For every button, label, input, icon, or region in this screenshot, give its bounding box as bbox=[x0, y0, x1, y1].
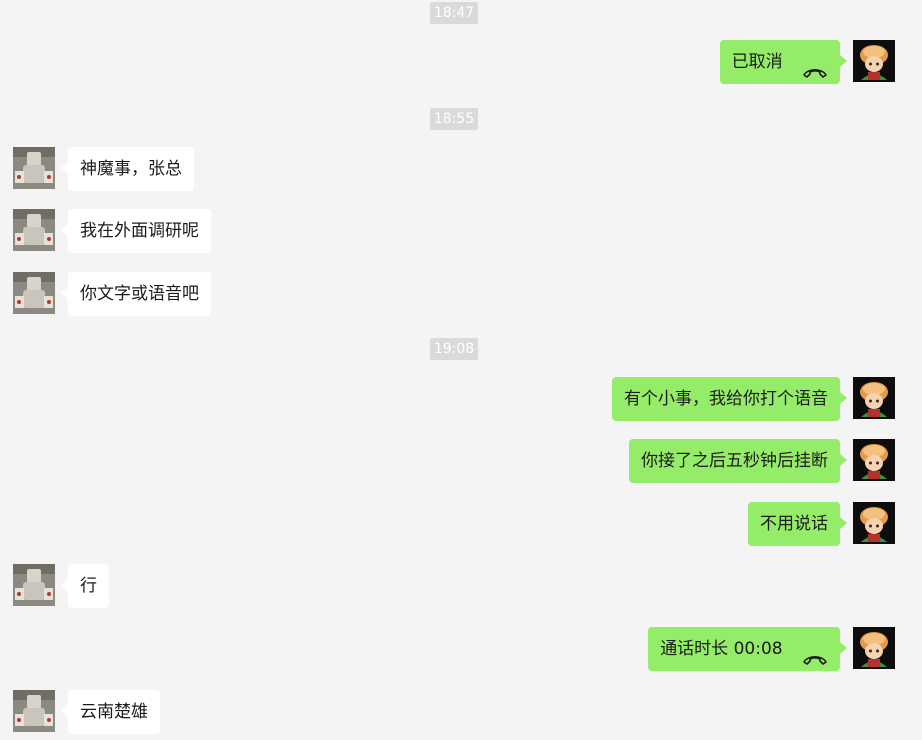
message-text: 通话时长 00:08 bbox=[660, 639, 783, 659]
contact-avatar[interactable] bbox=[13, 209, 55, 251]
my-avatar[interactable] bbox=[853, 40, 895, 82]
contact-avatar[interactable] bbox=[13, 272, 55, 314]
message-text: 不用说话 bbox=[760, 514, 828, 534]
message-bubble[interactable]: 云南楚雄 bbox=[61, 690, 160, 734]
my-avatar[interactable] bbox=[853, 377, 895, 419]
message-bubble[interactable]: 神魔事，张总 bbox=[61, 147, 194, 191]
message-bubble[interactable]: 我在外面调研呢 bbox=[61, 209, 211, 253]
phone-hangup-icon bbox=[802, 53, 828, 78]
contact-avatar[interactable] bbox=[13, 147, 55, 189]
message-text: 云南楚雄 bbox=[80, 702, 148, 722]
message-bubble[interactable]: 你文字或语音吧 bbox=[61, 272, 211, 316]
message-bubble[interactable]: 行 bbox=[61, 564, 109, 608]
chat-window: 18:47 已取消 18:55 神魔事，张总 我在外面调研呢 你文字或语音吧 1… bbox=[0, 0, 922, 740]
message-text: 我在外面调研呢 bbox=[80, 221, 199, 241]
message-text: 已取消 bbox=[731, 52, 783, 72]
contact-avatar[interactable] bbox=[13, 564, 55, 606]
phone-hangup-icon bbox=[802, 640, 828, 665]
timestamp: 18:47 bbox=[430, 2, 478, 24]
message-bubble[interactable]: 有个小事，我给你打个语音 bbox=[612, 377, 847, 421]
timestamp: 18:55 bbox=[430, 108, 478, 130]
call-cancelled-bubble[interactable]: 已取消 bbox=[719, 40, 848, 84]
message-text: 你文字或语音吧 bbox=[80, 284, 199, 304]
my-avatar[interactable] bbox=[853, 502, 895, 544]
my-avatar[interactable] bbox=[853, 627, 895, 669]
message-bubble[interactable]: 不用说话 bbox=[748, 502, 847, 546]
contact-avatar[interactable] bbox=[13, 690, 55, 732]
timestamp: 19:08 bbox=[430, 338, 478, 360]
message-bubble[interactable]: 你接了之后五秒钟后挂断 bbox=[629, 439, 847, 483]
message-text: 神魔事，张总 bbox=[80, 159, 182, 179]
message-text: 行 bbox=[80, 576, 97, 596]
message-text: 你接了之后五秒钟后挂断 bbox=[641, 451, 828, 471]
call-duration-bubble[interactable]: 通话时长 00:08 bbox=[648, 627, 847, 671]
my-avatar[interactable] bbox=[853, 439, 895, 481]
message-text: 有个小事，我给你打个语音 bbox=[624, 389, 828, 409]
